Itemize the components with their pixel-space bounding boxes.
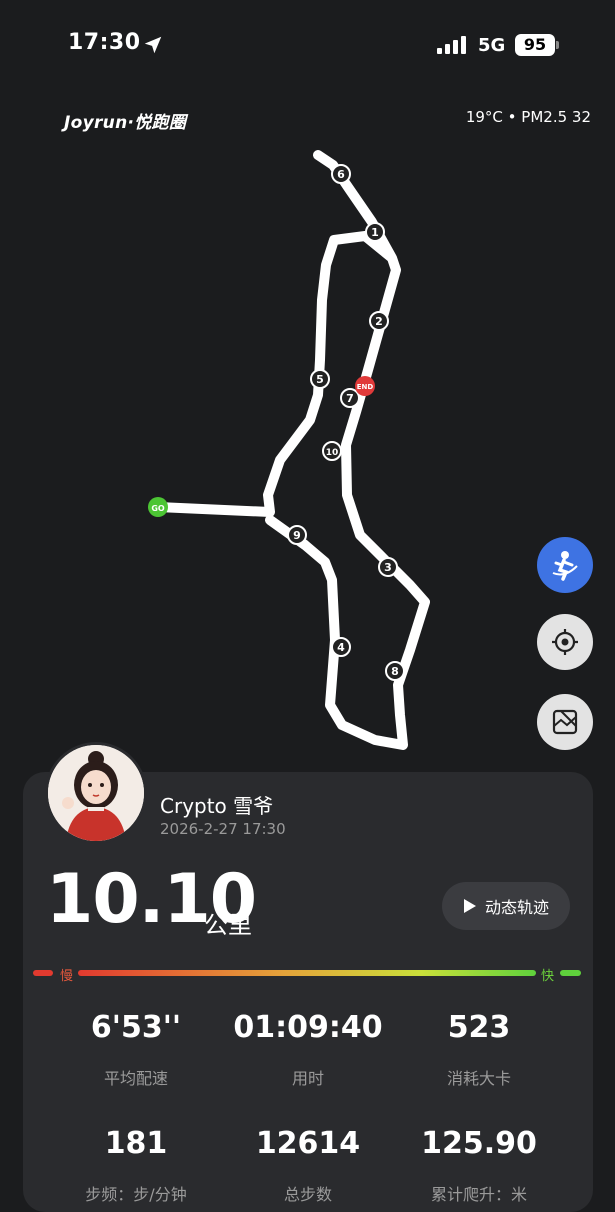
route-track	[153, 150, 430, 750]
end-label: END	[357, 383, 374, 391]
km-marker: 9	[287, 525, 307, 545]
stat-average-pace: 6'53'' 平均配速	[46, 1010, 226, 1089]
km-marker: 3	[378, 557, 398, 577]
running-mode-button[interactable]	[537, 537, 593, 593]
run-date: 2026-2-27 17:30	[160, 820, 286, 838]
km-marker-label: 7	[346, 392, 354, 405]
replay-track-label: 动态轨迹	[484, 898, 549, 917]
replay-track-button[interactable]: 动态轨迹	[442, 882, 570, 930]
stat-label: 用时	[291, 1069, 324, 1088]
km-marker-label: 1	[371, 226, 379, 239]
km-marker-label: 2	[375, 315, 383, 328]
km-marker: 8	[385, 661, 405, 681]
stat-cadence: 181 步频：步/分钟	[46, 1126, 226, 1205]
km-marker-label: 10	[326, 448, 339, 458]
stat-label: 累计爬升：米	[430, 1185, 527, 1204]
battery-icon	[556, 41, 559, 49]
km-marker-label: 4	[337, 641, 345, 654]
stat-label: 总步数	[283, 1185, 332, 1204]
export-image-button[interactable]	[537, 694, 593, 750]
route-start-marker: GO	[148, 497, 168, 517]
pace-fast-label: 快	[541, 969, 555, 984]
runner-icon	[552, 551, 578, 581]
km-marker-label: 8	[391, 665, 399, 678]
stat-value: 523	[447, 1010, 511, 1045]
distance-unit: 公里	[204, 911, 252, 939]
km-marker-label: 9	[293, 529, 301, 542]
stat-calories: 523 消耗大卡	[389, 1010, 569, 1089]
avatar[interactable]	[45, 742, 147, 844]
stat-value: 12614	[255, 1126, 361, 1161]
route-map[interactable]: 1 2 3 4 5 6 7 8 9 10 GO END	[0, 130, 615, 770]
stat-value: 6'53''	[90, 1010, 182, 1045]
stat-value: 01:09:40	[233, 1010, 383, 1045]
stat-value: 125.90	[421, 1126, 537, 1161]
pace-slow-label: 慢	[60, 969, 74, 984]
stat-label: 平均配速	[103, 1069, 168, 1088]
stat-duration: 01:09:40 用时	[218, 1010, 398, 1089]
km-marker: 5	[310, 369, 330, 389]
km-marker-label: 3	[384, 561, 392, 574]
status-bar: 17:30 5G 95	[0, 0, 615, 90]
stat-label: 步频：步/分钟	[85, 1185, 187, 1204]
locate-button[interactable]	[537, 614, 593, 670]
km-marker: 4	[331, 637, 351, 657]
play-icon	[463, 899, 476, 913]
route-end-marker: END	[355, 376, 375, 396]
stat-total-steps: 12614 总步数	[218, 1126, 398, 1205]
battery-level: 95	[515, 34, 555, 56]
km-marker: 6	[331, 164, 351, 184]
km-marker-label: 6	[337, 168, 345, 181]
network-type: 5G	[478, 35, 506, 56]
avatar-image	[48, 745, 144, 841]
pace-gradient-bar	[33, 970, 581, 976]
stat-label: 消耗大卡	[446, 1069, 511, 1088]
status-time: 17:30	[68, 30, 141, 55]
km-marker: 1	[365, 222, 385, 242]
start-label: GO	[151, 504, 165, 513]
image-export-icon	[552, 709, 578, 735]
stat-value: 181	[104, 1126, 168, 1161]
km-marker: 2	[369, 311, 389, 331]
stat-elevation-gain: 125.90 累计爬升：米	[389, 1126, 569, 1205]
km-marker-label: 5	[316, 373, 324, 386]
km-marker: 10	[322, 441, 342, 461]
location-arrow-icon	[144, 36, 162, 54]
km-marker: 7	[340, 388, 360, 408]
crosshair-icon	[552, 629, 578, 655]
cellular-signal-icon	[437, 36, 466, 54]
user-name: Crypto 雪爷	[160, 794, 274, 818]
weather-info: 19°C • PM2.5 32	[465, 108, 591, 126]
